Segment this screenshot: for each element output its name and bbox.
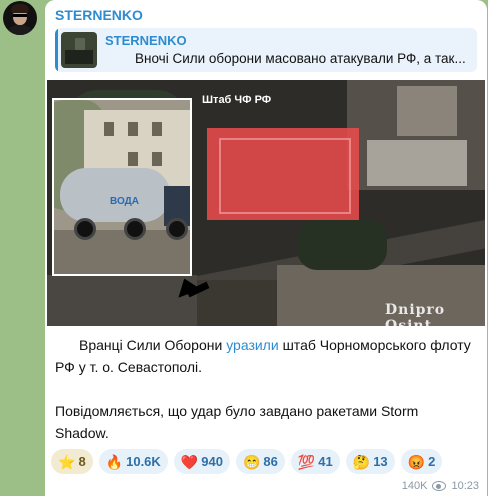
message-text-part: Вранці Сили Оборони (79, 337, 227, 353)
reaction-count: 2 (428, 454, 436, 469)
grin-icon: 😁 (242, 453, 261, 470)
message-text: Вранці Сили Оборони уразили штаб Чорномо… (55, 334, 475, 444)
channel-avatar[interactable] (3, 1, 37, 35)
message-text-part: Повідомляється, що удар було завдано рак… (55, 403, 419, 441)
wheel (124, 218, 146, 240)
avatar-hair (11, 4, 29, 13)
photo-label: Штаб ЧФ РФ (202, 94, 272, 106)
reaction-thinking[interactable]: 🤔 13 (345, 449, 395, 474)
wheel (166, 218, 188, 240)
reply-bar (55, 28, 58, 72)
fire-icon: 🔥 (105, 453, 124, 470)
message-time: 10:23 (451, 480, 479, 492)
photo-watermark: Dnipro Osint (385, 302, 446, 326)
reaction-count: 86 (263, 454, 278, 469)
reactions-bar: ⭐ 8 🔥 10.6K ❤️ 940 😁 86 💯 41 🤔 13 😡 2 (51, 449, 443, 474)
eye-icon (432, 481, 447, 491)
hq-roof-outline (219, 138, 351, 214)
reply-text: Вночі Сили оборони масовано атакували РФ… (135, 51, 466, 66)
reaction-count: 10.6K (126, 454, 161, 469)
reaction-count: 13 (373, 454, 388, 469)
reaction-grin[interactable]: 😁 86 (235, 449, 285, 474)
message-link[interactable]: уразили (226, 337, 279, 353)
message-bubble: STERNENKO STERNENKO Вночі Сили оборони м… (45, 0, 487, 496)
tank-label: ВОДА (110, 196, 139, 207)
photo-inset: ВОДА (52, 98, 192, 276)
avatar-glasses (13, 14, 27, 17)
wheel (74, 218, 96, 240)
message-footer: 140K 10:23 (402, 480, 479, 492)
reaction-count: 41 (318, 454, 333, 469)
message-photo[interactable]: Штаб ЧФ РФ Dnipro Osint ВОДА (47, 80, 485, 326)
channel-name[interactable]: STERNENKO (55, 7, 143, 23)
reaction-angry[interactable]: 😡 2 (400, 449, 443, 474)
reaction-fire[interactable]: 🔥 10.6K (98, 449, 168, 474)
hundred-icon: 💯 (297, 453, 316, 470)
reaction-hundred[interactable]: 💯 41 (290, 449, 340, 474)
reaction-count: 940 (201, 454, 223, 469)
reaction-count: 8 (78, 454, 86, 469)
reply-author: STERNENKO (105, 33, 187, 48)
reaction-heart[interactable]: ❤️ 940 (173, 449, 230, 474)
heart-icon: ❤️ (180, 453, 199, 470)
reply-preview[interactable]: STERNENKO Вночі Сили оборони масовано ат… (55, 28, 477, 72)
avatar-body (6, 25, 34, 35)
view-count: 140K (401, 480, 428, 492)
reply-thumbnail (61, 32, 97, 68)
star-icon: ⭐ (58, 453, 76, 470)
reaction-star[interactable]: ⭐ 8 (51, 449, 93, 474)
water-tank (60, 168, 170, 222)
angry-icon: 😡 (407, 453, 426, 470)
thinking-icon: 🤔 (352, 453, 371, 470)
